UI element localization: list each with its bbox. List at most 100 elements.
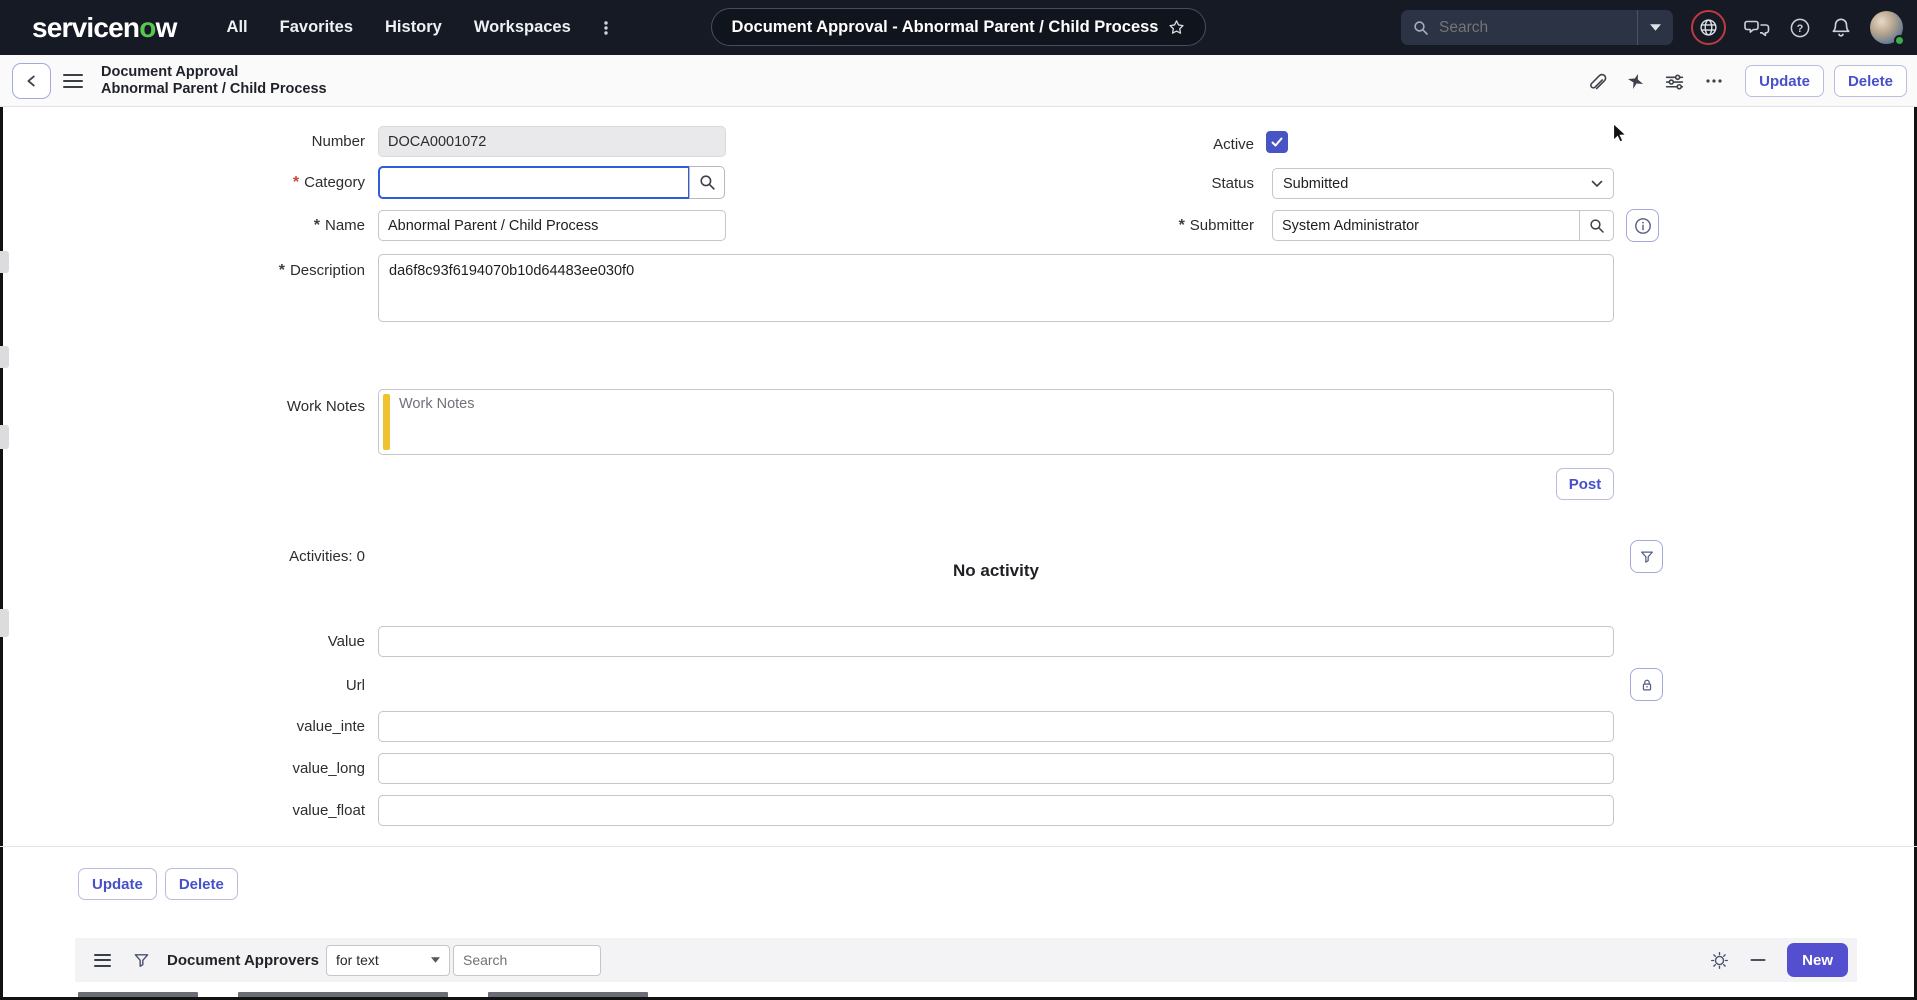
main-menu: All Favorites History Workspaces bbox=[227, 18, 571, 37]
category-label: *Category bbox=[20, 174, 365, 192]
chat-icon[interactable] bbox=[1744, 17, 1770, 39]
related-list-header: Document Approvers for text New bbox=[75, 938, 1857, 982]
number-input[interactable] bbox=[378, 126, 726, 157]
work-notes-accent-bar bbox=[383, 394, 390, 450]
required-asterisk: * bbox=[1179, 217, 1185, 234]
chevron-down-icon bbox=[1591, 180, 1603, 188]
list-search-input[interactable] bbox=[453, 945, 601, 976]
submitter-preview-info-button[interactable] bbox=[1626, 209, 1659, 242]
value-input[interactable] bbox=[378, 626, 1614, 657]
related-list-title: Document Approvers bbox=[167, 952, 319, 969]
form-context-menu-icon[interactable] bbox=[63, 74, 83, 88]
personalize-sliders-icon[interactable] bbox=[1664, 71, 1685, 92]
record-title-table: Document Approval bbox=[101, 64, 327, 81]
clipped-cell bbox=[488, 992, 648, 997]
category-input[interactable] bbox=[378, 166, 690, 199]
work-notes-label: Work Notes bbox=[20, 398, 365, 415]
menu-item-history[interactable]: History bbox=[385, 18, 442, 37]
value-float-label: value_float bbox=[20, 802, 365, 819]
activities-count-label: Activities: 0 bbox=[20, 548, 365, 565]
record-title: Document Approval Abnormal Parent / Chil… bbox=[101, 64, 327, 98]
description-textarea[interactable]: da6f8c93f6194070b10d64483ee030f0 bbox=[378, 254, 1614, 322]
submitter-lookup-icon[interactable] bbox=[1579, 210, 1614, 241]
left-edge-tab bbox=[0, 251, 9, 273]
search-scope-caret[interactable] bbox=[1637, 10, 1673, 45]
section-divider bbox=[0, 846, 1917, 847]
avatar-status-dot bbox=[1894, 35, 1905, 46]
back-button[interactable] bbox=[12, 63, 51, 99]
required-asterisk: * bbox=[293, 174, 299, 191]
delete-button[interactable]: Delete bbox=[1834, 65, 1907, 97]
more-menus-icon[interactable] bbox=[597, 19, 615, 37]
update-button[interactable]: Update bbox=[1745, 65, 1824, 97]
list-settings-gear-icon[interactable] bbox=[1710, 951, 1729, 970]
context-record-pill[interactable]: Document Approval - Abnormal Parent / Ch… bbox=[711, 8, 1207, 46]
description-label: *Description bbox=[20, 262, 365, 280]
record-title-name: Abnormal Parent / Child Process bbox=[101, 81, 327, 98]
caret-down-icon bbox=[431, 957, 440, 963]
left-edge-tab bbox=[0, 346, 9, 368]
lock-icon bbox=[1639, 677, 1655, 693]
servicenow-logo[interactable]: servicenow bbox=[32, 12, 177, 44]
category-lookup-icon[interactable] bbox=[689, 166, 725, 199]
mouse-cursor bbox=[1608, 122, 1630, 146]
url-lock-button[interactable] bbox=[1630, 668, 1663, 701]
value-label: Value bbox=[20, 633, 365, 650]
left-edge-tab bbox=[0, 425, 9, 449]
brand-text-2: w bbox=[156, 12, 177, 43]
attachment-paperclip-icon[interactable] bbox=[1586, 71, 1607, 92]
active-label: Active bbox=[1000, 136, 1254, 153]
list-search-field-select[interactable]: for text bbox=[326, 945, 450, 976]
clipped-cell bbox=[238, 992, 448, 997]
nav-right-cluster: ? bbox=[1401, 0, 1903, 55]
activity-filter-button[interactable] bbox=[1630, 540, 1663, 573]
menu-item-all[interactable]: All bbox=[227, 18, 248, 37]
submitter-field-group bbox=[1272, 210, 1614, 241]
footer-update-button[interactable]: Update bbox=[78, 868, 157, 900]
clipped-cell bbox=[78, 992, 198, 997]
notifications-bell-icon[interactable] bbox=[1830, 16, 1852, 39]
no-activity-text: No activity bbox=[378, 561, 1614, 581]
value-float-input[interactable] bbox=[378, 795, 1614, 826]
global-search[interactable] bbox=[1401, 10, 1673, 45]
brand-accent-letter: o bbox=[139, 12, 155, 43]
value-inte-input[interactable] bbox=[378, 711, 1614, 742]
favorite-star-icon[interactable] bbox=[1168, 19, 1185, 36]
status-selected-value: Submitted bbox=[1283, 176, 1348, 192]
name-label: *Name bbox=[20, 217, 365, 235]
list-context-menu-icon[interactable] bbox=[94, 954, 111, 967]
context-pill-label: Document Approval - Abnormal Parent / Ch… bbox=[732, 18, 1159, 37]
value-inte-label: value_inte bbox=[20, 718, 365, 735]
left-edge-tab bbox=[0, 609, 9, 637]
footer-actions: Update Delete bbox=[78, 868, 238, 900]
list-filter-funnel-icon[interactable] bbox=[133, 952, 150, 969]
more-options-icon[interactable] bbox=[1704, 71, 1724, 91]
name-input[interactable] bbox=[378, 210, 726, 241]
menu-item-workspaces[interactable]: Workspaces bbox=[474, 18, 571, 37]
required-asterisk: * bbox=[279, 262, 285, 279]
footer-delete-button[interactable]: Delete bbox=[165, 868, 238, 900]
post-button[interactable]: Post bbox=[1556, 468, 1614, 500]
svg-text:?: ? bbox=[1797, 23, 1804, 35]
funnel-icon bbox=[1639, 549, 1655, 565]
work-notes-textarea[interactable] bbox=[397, 394, 1609, 452]
menu-item-favorites[interactable]: Favorites bbox=[280, 18, 353, 37]
global-search-input[interactable] bbox=[1437, 18, 1637, 38]
required-asterisk: * bbox=[314, 217, 320, 234]
help-icon[interactable]: ? bbox=[1788, 16, 1812, 40]
value-long-label: value_long bbox=[20, 760, 365, 777]
ai-sparkle-icon[interactable] bbox=[1626, 72, 1645, 91]
list-collapse-minus-icon[interactable] bbox=[1750, 952, 1766, 968]
status-select[interactable]: Submitted bbox=[1272, 168, 1614, 199]
work-notes-field bbox=[378, 389, 1614, 455]
value-long-input[interactable] bbox=[378, 753, 1614, 784]
url-label: Url bbox=[20, 677, 365, 694]
list-new-button[interactable]: New bbox=[1787, 943, 1848, 977]
globe-icon[interactable] bbox=[1691, 10, 1726, 45]
list-search-field-value: for text bbox=[336, 952, 379, 968]
user-avatar[interactable] bbox=[1870, 11, 1903, 44]
record-header-bar: Document Approval Abnormal Parent / Chil… bbox=[0, 55, 1917, 107]
active-checkbox[interactable] bbox=[1266, 131, 1288, 153]
number-label: Number bbox=[20, 133, 365, 150]
submitter-input[interactable] bbox=[1272, 210, 1579, 241]
